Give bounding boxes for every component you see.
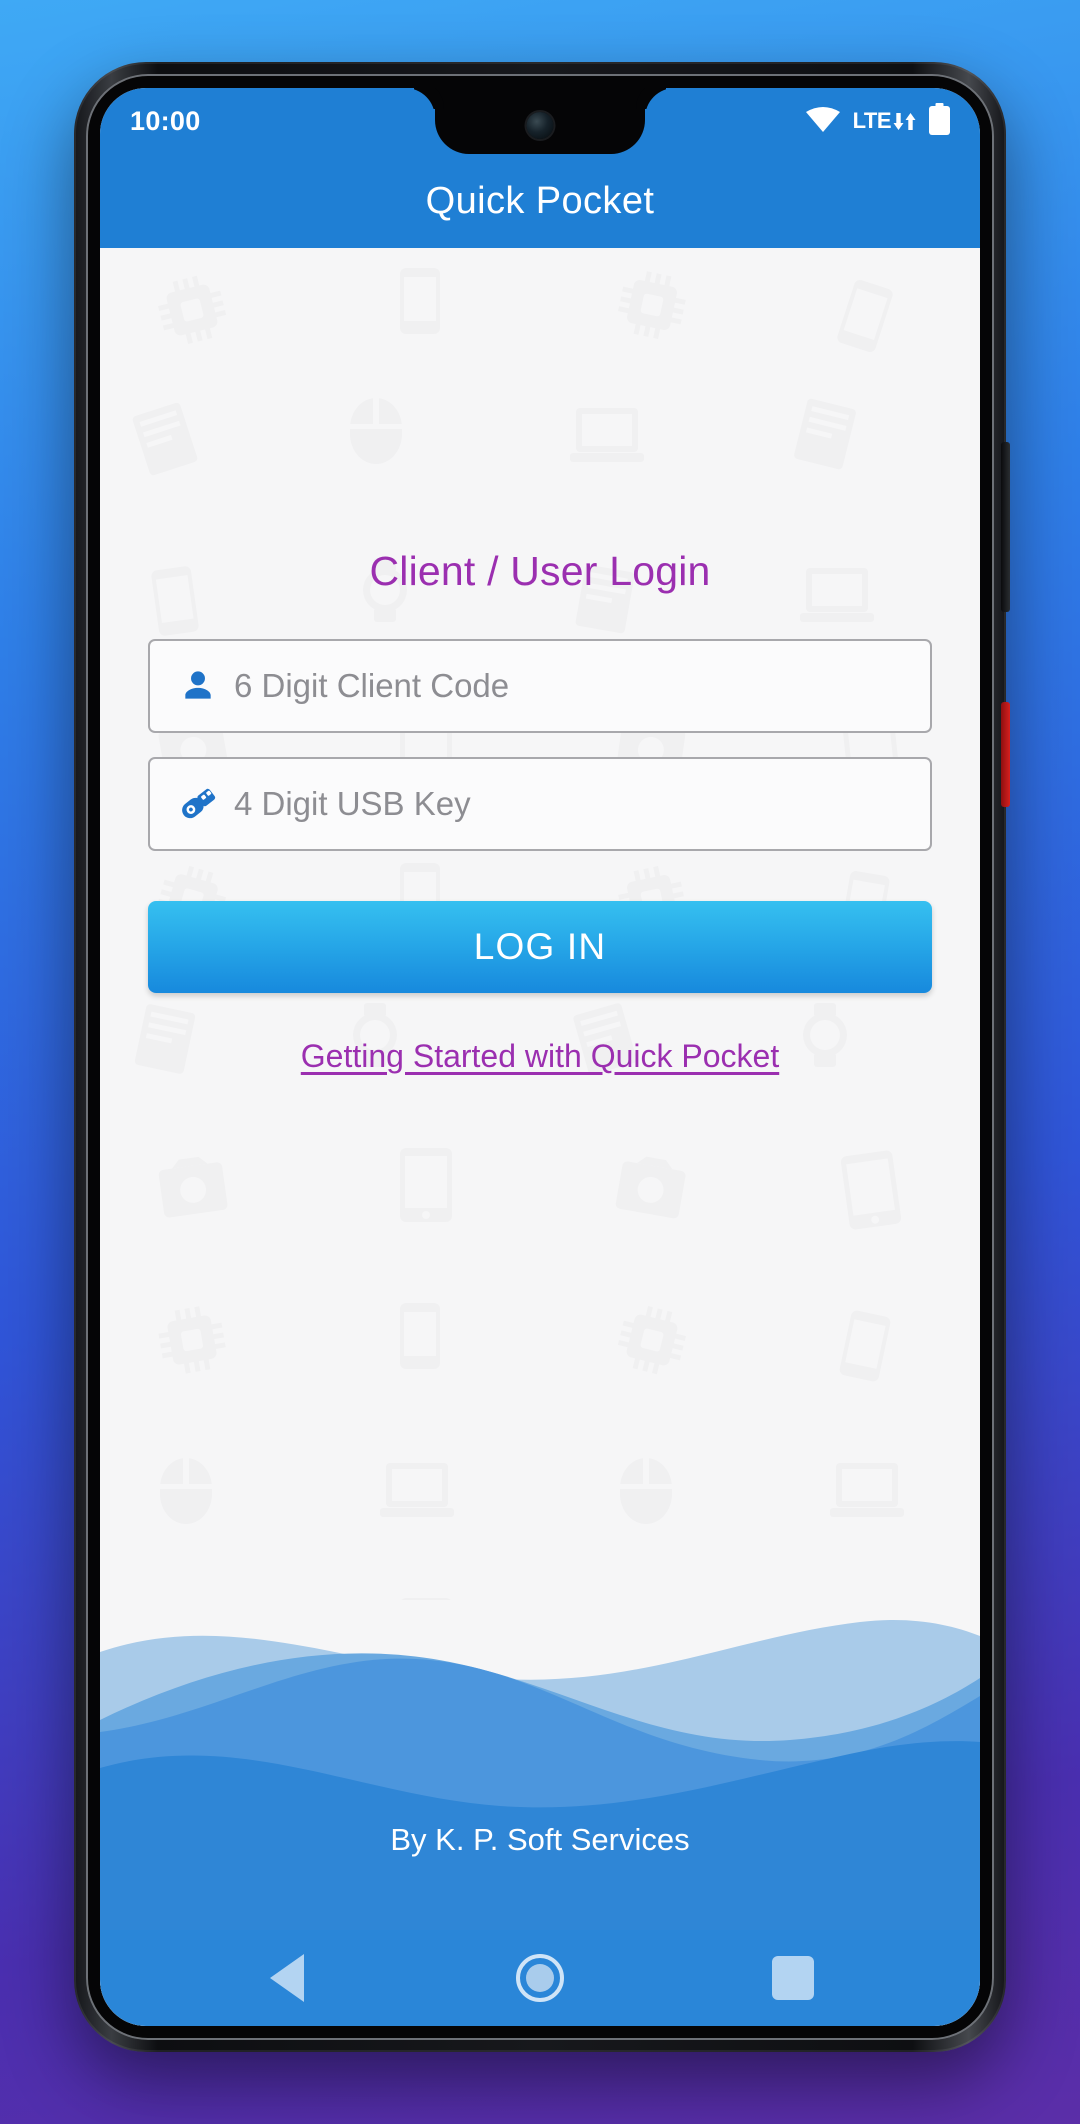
nav-recents-button[interactable] <box>738 1930 848 2026</box>
client-code-input[interactable] <box>224 667 908 705</box>
usb-drive-icon <box>172 784 224 824</box>
page-title: Client / User Login <box>369 548 711 594</box>
app-bar: Quick Pocket <box>100 154 980 248</box>
phone-frame: 10:00 LTE Quick Pocket Client / User Log… <box>74 62 1010 2052</box>
power-button[interactable] <box>1001 702 1010 807</box>
wave-decoration: By K. P. Soft Services <box>100 1600 980 1930</box>
nav-back-button[interactable] <box>232 1930 342 2026</box>
app-title: Quick Pocket <box>425 179 655 222</box>
front-camera-icon <box>526 112 554 139</box>
display-notch <box>435 88 645 154</box>
battery-icon <box>929 102 950 140</box>
wifi-icon <box>805 106 840 137</box>
nav-home-button[interactable] <box>485 1930 595 2026</box>
client-code-field[interactable] <box>148 639 932 733</box>
android-nav-bar <box>100 1930 980 2026</box>
getting-started-link[interactable]: Getting Started with Quick Pocket <box>148 1038 932 1075</box>
status-time: 10:00 <box>130 105 201 136</box>
app-content: Client / User Login 6 Digit Client Code … <box>100 248 980 2026</box>
footer-credit: By K. P. Soft Services <box>390 1822 690 1857</box>
recents-icon <box>772 1956 815 2000</box>
status-icons: LTE <box>805 102 950 140</box>
usb-key-field[interactable] <box>148 757 932 851</box>
phone-screen: 10:00 LTE Quick Pocket Client / User Log… <box>100 88 980 2026</box>
person-icon <box>172 667 224 705</box>
lte-indicator: LTE <box>853 109 916 132</box>
login-form: Client / User Login 6 Digit Client Code … <box>100 548 980 1075</box>
data-arrows-icon <box>893 113 916 131</box>
home-icon <box>515 1954 564 2002</box>
back-icon <box>269 1954 304 2002</box>
login-button[interactable]: LOG IN <box>148 901 932 993</box>
volume-button[interactable] <box>1001 442 1010 612</box>
usb-key-input[interactable] <box>224 785 908 823</box>
wave-svg <box>100 1600 980 1930</box>
